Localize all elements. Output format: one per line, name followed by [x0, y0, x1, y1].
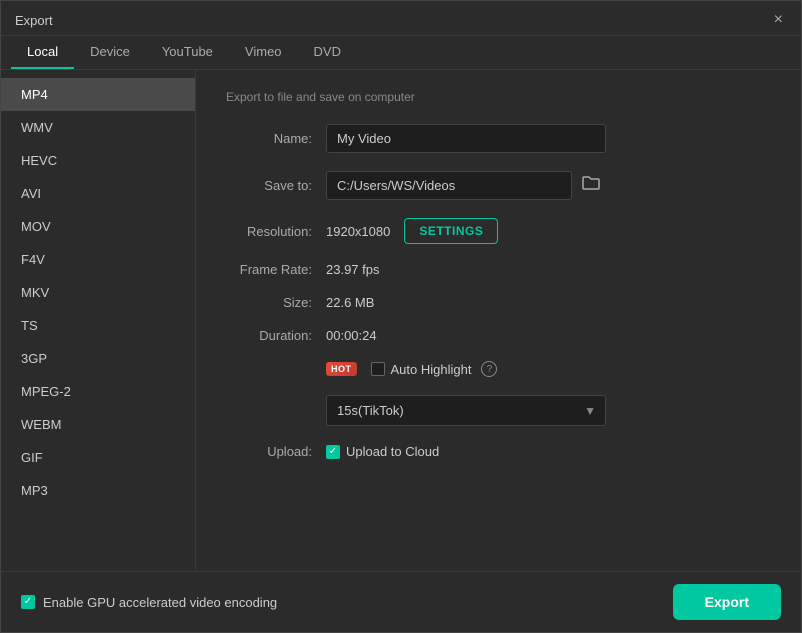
tab-device[interactable]: Device — [74, 36, 146, 69]
tab-vimeo[interactable]: Vimeo — [229, 36, 298, 69]
sidebar-item-3gp[interactable]: 3GP — [1, 342, 195, 375]
bottom-bar: Enable GPU accelerated video encoding Ex… — [1, 571, 801, 632]
close-button[interactable]: × — [770, 11, 787, 29]
frame-rate-label: Frame Rate: — [226, 262, 326, 277]
export-window: Export × Local Device YouTube Vimeo DVD … — [0, 0, 802, 633]
folder-browse-button[interactable] — [576, 171, 606, 200]
save-to-input[interactable] — [326, 171, 572, 200]
auto-highlight-checkbox[interactable] — [371, 362, 385, 376]
sidebar-item-wmv[interactable]: WMV — [1, 111, 195, 144]
auto-highlight-row: HOT Auto Highlight ? — [226, 361, 771, 377]
export-subtitle: Export to file and save on computer — [226, 90, 771, 104]
resolution-label: Resolution: — [226, 224, 326, 239]
frame-rate-row: Frame Rate: 23.97 fps — [226, 262, 771, 277]
help-icon[interactable]: ? — [481, 361, 497, 377]
size-row: Size: 22.6 MB — [226, 295, 771, 310]
content-area: Export to file and save on computer Name… — [196, 70, 801, 571]
name-input[interactable] — [326, 124, 606, 153]
resolution-value: 1920x1080 — [326, 224, 390, 239]
window-title: Export — [15, 13, 53, 28]
save-to-label: Save to: — [226, 178, 326, 193]
resolution-value-group: 1920x1080 SETTINGS — [326, 218, 498, 244]
tab-bar: Local Device YouTube Vimeo DVD — [1, 36, 801, 70]
sidebar-item-gif[interactable]: GIF — [1, 441, 195, 474]
sidebar-item-ts[interactable]: TS — [1, 309, 195, 342]
highlight-dropdown-row: 15s(TikTok) 30s(Instagram) 60s(YouTube) … — [226, 395, 771, 426]
gpu-checkbox-group: Enable GPU accelerated video encoding — [21, 595, 277, 610]
tab-youtube[interactable]: YouTube — [146, 36, 229, 69]
duration-label: Duration: — [226, 328, 326, 343]
sidebar-item-avi[interactable]: AVI — [1, 177, 195, 210]
size-value: 22.6 MB — [326, 295, 374, 310]
hot-badge: HOT — [326, 362, 357, 376]
frame-rate-value: 23.97 fps — [326, 262, 380, 277]
settings-button[interactable]: SETTINGS — [404, 218, 498, 244]
gpu-checkbox[interactable] — [21, 595, 35, 609]
save-to-row: Save to: — [226, 171, 771, 200]
gpu-label: Enable GPU accelerated video encoding — [43, 595, 277, 610]
name-label: Name: — [226, 131, 326, 146]
size-label: Size: — [226, 295, 326, 310]
upload-checkbox-group: Upload to Cloud — [326, 444, 439, 459]
upload-label: Upload: — [226, 444, 326, 459]
sidebar-item-f4v[interactable]: F4V — [1, 243, 195, 276]
sidebar: MP4 WMV HEVC AVI MOV F4V MKV TS 3GP MPEG… — [1, 70, 196, 571]
auto-highlight-group: HOT Auto Highlight ? — [326, 361, 497, 377]
export-button[interactable]: Export — [673, 584, 781, 620]
name-row: Name: — [226, 124, 771, 153]
save-to-field — [326, 171, 606, 200]
duration-row: Duration: 00:00:24 — [226, 328, 771, 343]
highlight-dropdown[interactable]: 15s(TikTok) 30s(Instagram) 60s(YouTube) — [326, 395, 606, 426]
sidebar-item-mp3[interactable]: MP3 — [1, 474, 195, 507]
sidebar-item-mpeg2[interactable]: MPEG-2 — [1, 375, 195, 408]
upload-to-cloud-label: Upload to Cloud — [346, 444, 439, 459]
upload-to-cloud-checkbox[interactable] — [326, 445, 340, 459]
sidebar-item-mp4[interactable]: MP4 — [1, 78, 195, 111]
tab-local[interactable]: Local — [11, 36, 74, 69]
main-content: MP4 WMV HEVC AVI MOV F4V MKV TS 3GP MPEG… — [1, 70, 801, 571]
auto-highlight-label: Auto Highlight — [391, 362, 472, 377]
sidebar-item-hevc[interactable]: HEVC — [1, 144, 195, 177]
sidebar-item-webm[interactable]: WEBM — [1, 408, 195, 441]
sidebar-item-mov[interactable]: MOV — [1, 210, 195, 243]
highlight-dropdown-group: 15s(TikTok) 30s(Instagram) 60s(YouTube) … — [326, 395, 606, 426]
title-bar: Export × — [1, 1, 801, 36]
resolution-row: Resolution: 1920x1080 SETTINGS — [226, 218, 771, 244]
sidebar-item-mkv[interactable]: MKV — [1, 276, 195, 309]
upload-row: Upload: Upload to Cloud — [226, 444, 771, 459]
duration-value: 00:00:24 — [326, 328, 377, 343]
tab-dvd[interactable]: DVD — [298, 36, 357, 69]
